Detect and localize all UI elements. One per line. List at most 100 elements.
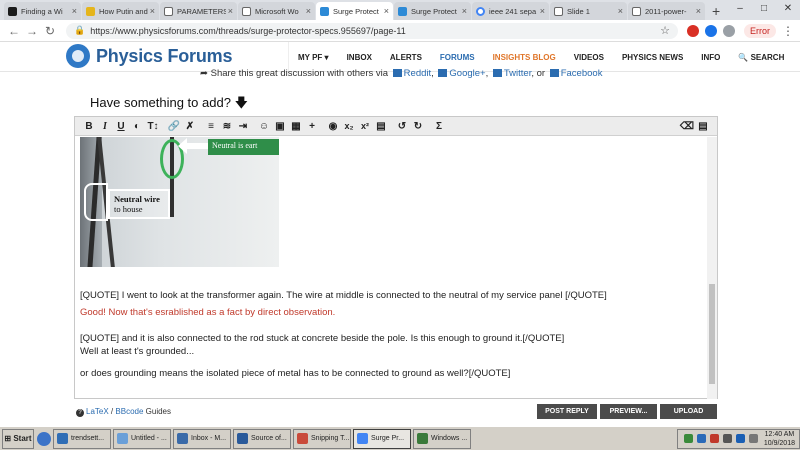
nav-physics-news[interactable]: PHYSICS NEWS (613, 42, 692, 72)
italic-icon[interactable]: I (97, 118, 113, 134)
tab-close-icon[interactable]: × (696, 6, 701, 16)
forward-icon[interactable]: → (24, 24, 40, 38)
tray-app-icon[interactable] (735, 434, 745, 443)
share-prefix: Share this great discussion with others … (210, 68, 389, 79)
extension-blue-icon[interactable] (705, 24, 717, 37)
bookmark-star-icon[interactable]: ☆ (660, 24, 670, 37)
new-tab-button[interactable]: + (712, 3, 720, 19)
taskbar-item[interactable]: Surge Pr... (353, 428, 411, 449)
taskbar-item[interactable]: Untitled - ... (113, 428, 171, 449)
tray-app-icon[interactable] (709, 434, 719, 443)
color-icon[interactable]: ◐ (129, 118, 145, 134)
share-facebook-link[interactable]: Facebook (561, 68, 603, 79)
bold-icon[interactable]: B (81, 118, 97, 134)
minimize-icon[interactable]: – (728, 0, 752, 16)
image-icon[interactable]: ▣ (272, 118, 288, 134)
taskbar-item[interactable]: trendsett... (53, 428, 111, 449)
doc-icon (164, 6, 173, 16)
latex-sigma-icon[interactable]: Σ (431, 118, 447, 134)
upload-button[interactable]: UPLOAD (660, 404, 717, 419)
embedded-photo: Neutral is eart Neutral wire to house (80, 137, 279, 267)
bbcode-guide-link[interactable]: BBcode (115, 407, 143, 416)
share-reddit-link[interactable]: Reddit (404, 68, 431, 79)
subscript-icon[interactable]: x₂ (341, 118, 357, 134)
share-google-link[interactable]: Google+ (449, 68, 485, 79)
underline-icon[interactable]: U (113, 118, 129, 134)
browser-tab[interactable]: How Putin and × (82, 2, 159, 20)
tab-close-icon[interactable]: × (462, 6, 467, 16)
unlink-icon[interactable]: ✗ (182, 118, 198, 134)
taskbar-app-icon (297, 433, 308, 444)
scrollbar-thumb[interactable] (709, 284, 715, 384)
tab-close-icon[interactable]: × (384, 6, 389, 16)
browser-tab[interactable]: Slide 1 × (550, 2, 627, 20)
superscript-icon[interactable]: x² (357, 118, 373, 134)
tab-title: How Putin and (99, 6, 148, 16)
taskbar-item[interactable]: Snipping T... (293, 428, 351, 449)
numbered-list-icon[interactable]: ≋ (219, 118, 235, 134)
reload-icon[interactable]: ↻ (42, 24, 58, 38)
smilie-icon[interactable]: ☺ (256, 118, 272, 134)
site-logo[interactable]: Physics Forums (66, 44, 232, 68)
tab-title: Finding a Wi (21, 6, 63, 16)
editor-scrollbar[interactable] (707, 137, 717, 399)
browser-tab[interactable]: Surge Protect × (394, 2, 471, 20)
tray-app-icon[interactable] (683, 434, 693, 443)
url-input[interactable]: 🔒 https://www.physicsforums.com/threads/… (66, 22, 678, 39)
browser-tab[interactable]: 2011-power- × (628, 2, 705, 20)
preview-button[interactable]: PREVIEW... (600, 404, 657, 419)
back-icon[interactable]: ← (6, 24, 22, 38)
extension-gray-icon[interactable] (723, 24, 735, 37)
post-reply-button[interactable]: POST REPLY (537, 404, 597, 419)
bullet-list-icon[interactable]: ≡ (203, 118, 219, 134)
start-button[interactable]: ⊞ Start (2, 428, 34, 449)
browser-tab[interactable]: Microsoft Wo × (238, 2, 315, 20)
tab-close-icon[interactable]: × (618, 6, 623, 16)
quicklaunch-ie-icon[interactable] (37, 431, 51, 446)
share-icon: ➦ (200, 68, 208, 79)
save-draft-icon[interactable]: ▤ (373, 118, 389, 134)
menu-kebab-icon[interactable]: ⋮ (782, 24, 794, 38)
indent-icon[interactable]: ⇥ (235, 118, 251, 134)
share-twitter-link[interactable]: Twitter (504, 68, 531, 79)
pf-icon (320, 6, 329, 16)
address-bar: ← → ↻ 🔒 https://www.physicsforums.com/th… (0, 20, 800, 42)
close-icon[interactable]: ✕ (776, 0, 800, 16)
taskbar-app-icon (177, 433, 188, 444)
taskbar-item[interactable]: Source of... (233, 428, 291, 449)
extension-red-icon[interactable] (687, 24, 699, 37)
taskbar-item-label: trendsett... (71, 435, 105, 442)
media-icon[interactable]: ▦ (288, 118, 304, 134)
clock[interactable]: 12:40 AM 10/9/2018 (764, 430, 795, 448)
reply-editor: B I U ◐ T↕ 🔗 ✗ ≡ ≋ ⇥ ☺ ▣ ▦ + ◉ x₂ x² ▤ ↺… (74, 116, 718, 399)
browser-tab[interactable]: Surge Protect × (316, 2, 393, 20)
toggle-bbcode-icon[interactable]: ▤ (695, 118, 711, 134)
tab-close-icon[interactable]: × (306, 6, 311, 16)
editor-content[interactable]: Neutral is eart Neutral wire to house [QU… (75, 137, 707, 399)
maximize-icon[interactable]: □ (752, 0, 776, 16)
taskbar-app-icon (117, 433, 128, 444)
taskbar-item[interactable]: Inbox - M... (173, 428, 231, 449)
tab-close-icon[interactable]: × (72, 6, 77, 16)
browser-tab[interactable]: Finding a Wi × (4, 2, 81, 20)
font-size-icon[interactable]: T↕ (145, 118, 161, 134)
link-icon[interactable]: 🔗 (166, 118, 182, 134)
profile-error-button[interactable]: Error (744, 23, 776, 38)
browser-tab[interactable]: PARAMETERS × (160, 2, 237, 20)
tab-close-icon[interactable]: × (228, 6, 233, 16)
nav-info[interactable]: INFO (692, 42, 729, 72)
redo-icon[interactable]: ↻ (410, 118, 426, 134)
taskbar-item[interactable]: Windows ... (413, 428, 471, 449)
eraser-icon[interactable]: ⌫ (679, 118, 695, 134)
browser-tab[interactable]: ieee 241 sepa × (472, 2, 549, 20)
undo-icon[interactable]: ↺ (394, 118, 410, 134)
tray-app-icon[interactable] (722, 434, 732, 443)
camera-icon[interactable]: ◉ (325, 118, 341, 134)
tray-app-icon[interactable] (696, 434, 706, 443)
insert-plus-icon[interactable]: + (304, 118, 320, 134)
latex-guide-link[interactable]: LaTeX (86, 407, 109, 416)
nav-search[interactable]: 🔍 SEARCH (729, 42, 793, 72)
tab-close-icon[interactable]: × (540, 6, 545, 16)
tab-close-icon[interactable]: × (150, 6, 155, 16)
volume-icon[interactable] (748, 434, 758, 443)
